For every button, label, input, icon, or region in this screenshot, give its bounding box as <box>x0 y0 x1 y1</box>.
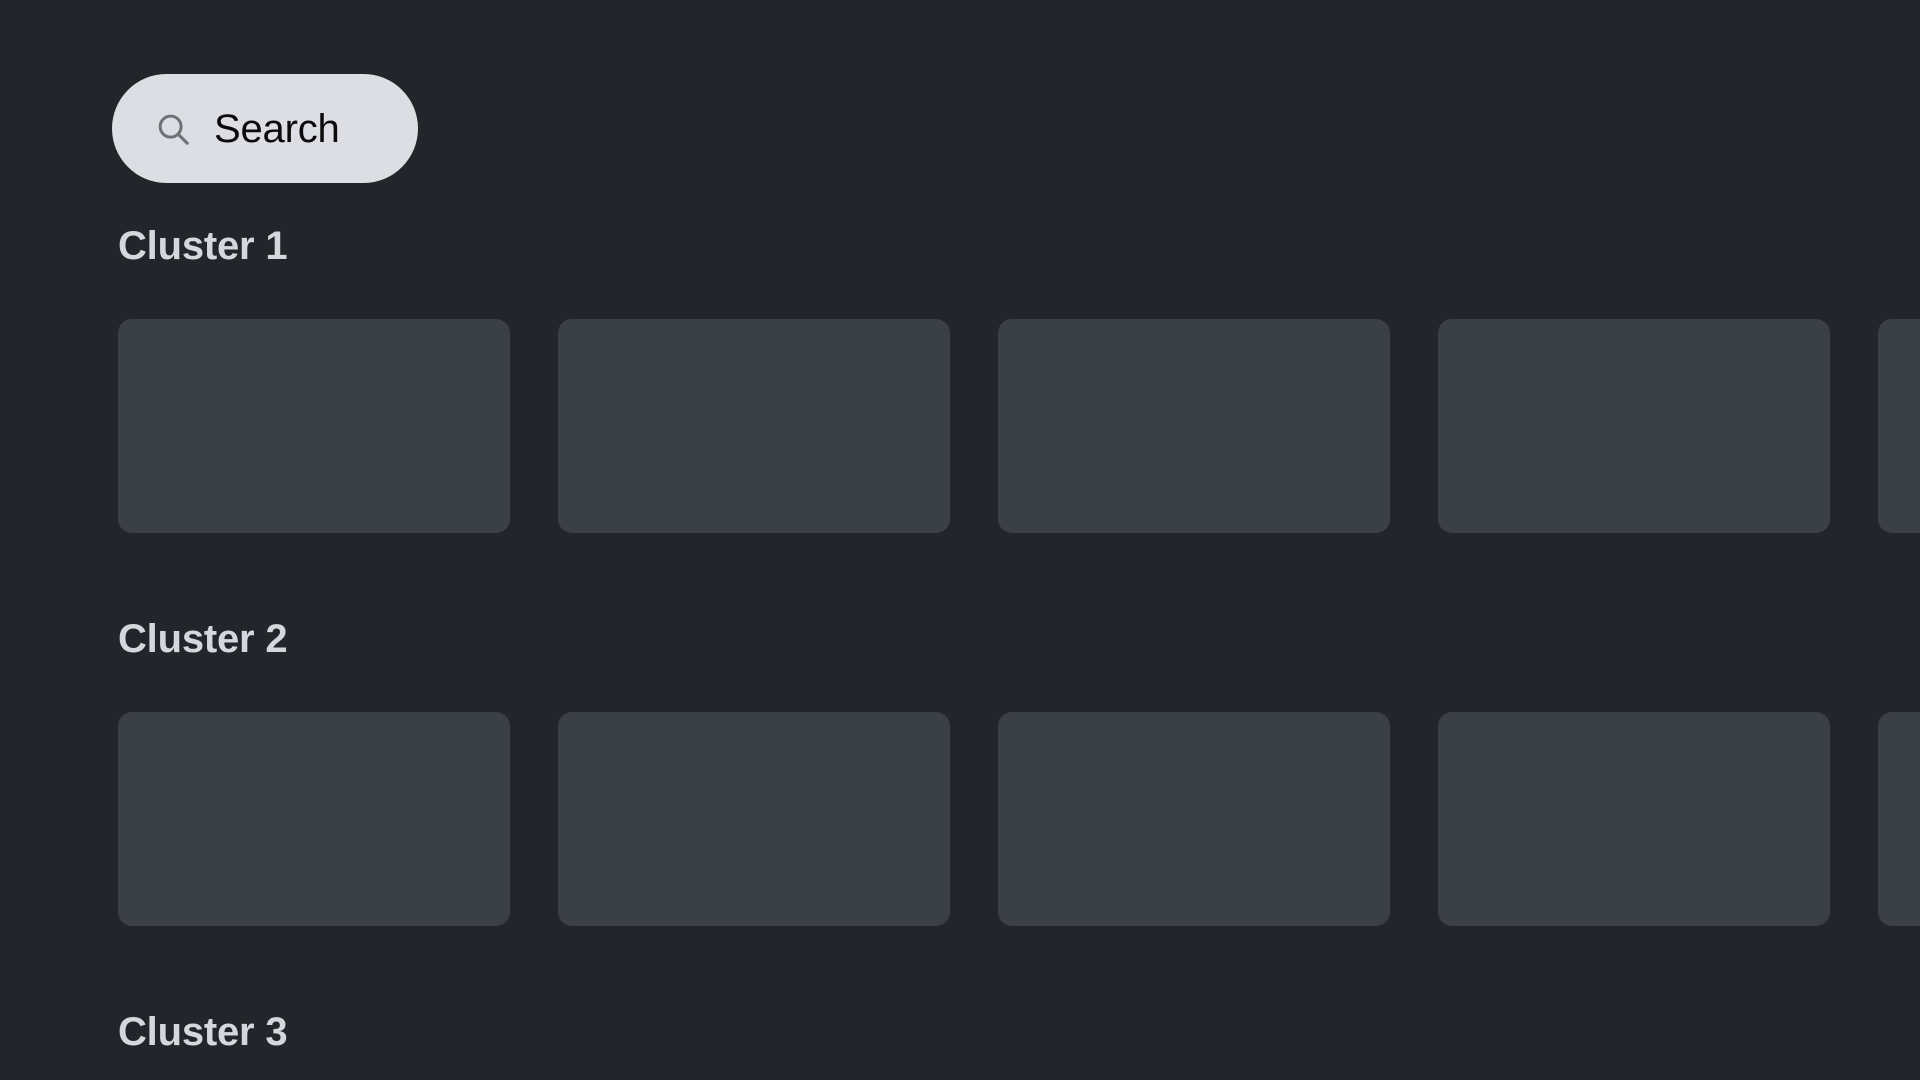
card-item[interactable] <box>998 319 1390 533</box>
app-root: Search Cluster 1 Cluster 2 Cluster 3 <box>0 0 1920 1080</box>
card-item[interactable] <box>1438 712 1830 926</box>
cluster-section-2: Cluster 2 <box>0 619 1920 926</box>
cluster-title: Cluster 3 <box>118 1010 288 1054</box>
cluster-section-1: Cluster 1 <box>0 226 1920 533</box>
card-row[interactable] <box>0 319 1920 533</box>
card-item[interactable] <box>1878 712 1920 926</box>
card-item[interactable] <box>1878 319 1920 533</box>
cluster-title: Cluster 2 <box>118 617 288 661</box>
card-item[interactable] <box>1438 319 1830 533</box>
cluster-scroll-region[interactable]: Cluster 1 Cluster 2 Cluster 3 <box>0 226 1920 1080</box>
cluster-title: Cluster 1 <box>118 226 288 268</box>
card-item[interactable] <box>558 712 950 926</box>
card-item[interactable] <box>118 319 510 533</box>
card-item[interactable] <box>118 712 510 926</box>
search-input[interactable]: Search <box>112 74 418 183</box>
search-icon <box>154 110 192 148</box>
card-item[interactable] <box>558 319 950 533</box>
search-input-label: Search <box>214 106 340 151</box>
cluster-section-3: Cluster 3 <box>0 1012 1920 1080</box>
card-row[interactable] <box>0 712 1920 926</box>
card-item[interactable] <box>998 712 1390 926</box>
